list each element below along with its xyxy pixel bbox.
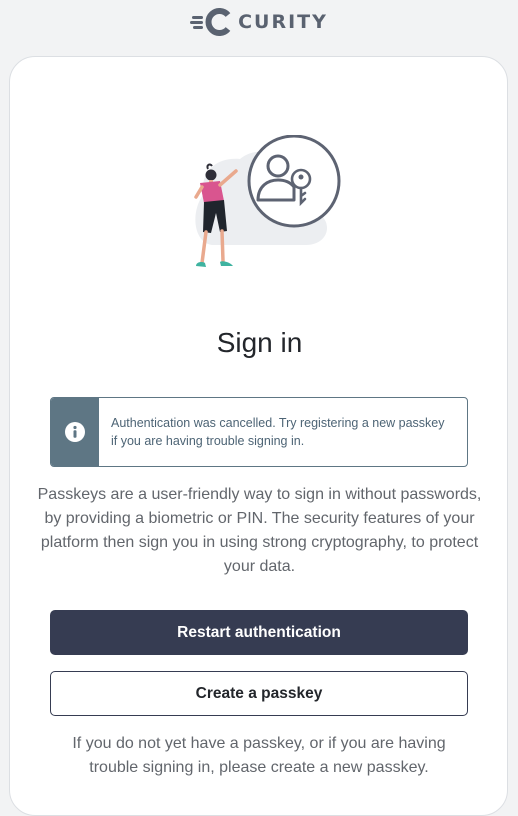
info-icon [65,422,85,442]
create-passkey-button[interactable]: Create a passkey [50,671,468,716]
brand-logo[interactable]: CURITY [190,8,328,36]
alert-message: Authentication was cancelled. Try regist… [111,416,445,448]
curity-logo-icon [190,8,231,36]
create-passkey-hint: If you do not yet have a passkey, or if … [72,735,446,776]
info-alert: Authentication was cancelled. Try regist… [50,397,468,467]
sign-in-card: Sign in Authentication was cancelled. Tr… [9,56,508,816]
passkey-description: Passkeys are a user-friendly way to sign… [37,486,482,575]
brand-name: CURITY [238,11,328,33]
restart-authentication-button[interactable]: Restart authentication [50,610,468,655]
alert-icon-cell [51,398,99,466]
header: CURITY [0,0,518,44]
page-title: Sign in [216,327,303,358]
user-key-illustration-icon [194,135,341,267]
